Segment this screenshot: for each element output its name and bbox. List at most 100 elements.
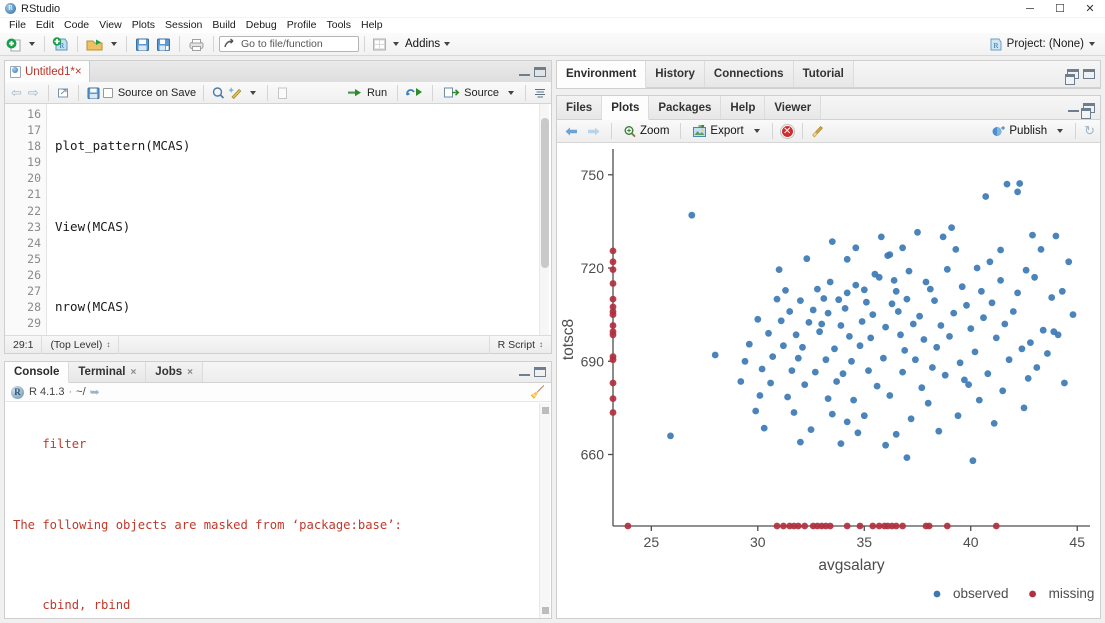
publish-caret-icon[interactable] bbox=[1057, 129, 1064, 133]
print-button[interactable] bbox=[185, 34, 208, 54]
save-all-button[interactable] bbox=[153, 34, 174, 54]
publish-button[interactable]: Publish bbox=[988, 125, 1050, 138]
tab-history[interactable]: History bbox=[646, 61, 705, 87]
source-on-save-checkbox[interactable] bbox=[102, 87, 113, 98]
tab-viewer[interactable]: Viewer bbox=[765, 96, 822, 119]
compile-report-button[interactable] bbox=[275, 86, 289, 100]
refresh-plot-icon[interactable]: ↻ bbox=[1084, 123, 1095, 139]
minimize-pane-icon[interactable] bbox=[1068, 104, 1079, 112]
console-scroll-down-icon[interactable] bbox=[542, 607, 549, 614]
menu-plots[interactable]: Plots bbox=[127, 18, 160, 33]
close-button[interactable]: ✕ bbox=[1075, 0, 1105, 18]
project-caret-icon[interactable] bbox=[1089, 42, 1095, 46]
code-tools-button[interactable] bbox=[228, 86, 244, 100]
menu-session[interactable]: Session bbox=[160, 18, 207, 33]
open-file-caret-icon[interactable] bbox=[111, 42, 117, 46]
popout-button[interactable] bbox=[56, 86, 71, 100]
data-point-observed bbox=[828, 238, 836, 245]
remove-plot-icon[interactable]: ✕ bbox=[780, 124, 794, 138]
source-tab-close-icon[interactable]: × bbox=[75, 66, 82, 78]
data-point-observed bbox=[875, 273, 883, 281]
menu-profile[interactable]: Profile bbox=[282, 18, 322, 33]
menu-help[interactable]: Help bbox=[356, 18, 388, 33]
panes-caret-icon[interactable] bbox=[393, 42, 399, 46]
minimize-pane-icon[interactable] bbox=[519, 68, 530, 76]
code-tools-caret-icon[interactable] bbox=[250, 90, 257, 95]
menu-edit[interactable]: Edit bbox=[31, 18, 59, 33]
data-point-observed bbox=[886, 392, 894, 399]
find-button[interactable] bbox=[211, 86, 226, 100]
minimize-pane-icon[interactable] bbox=[519, 368, 530, 376]
menu-file[interactable]: File bbox=[4, 18, 31, 33]
project-selector[interactable]: R Project: (None) bbox=[988, 37, 1105, 52]
source-caret-icon[interactable] bbox=[508, 90, 514, 95]
tab-plots[interactable]: Plots bbox=[602, 96, 650, 120]
nav-forward-icon[interactable]: ⇨ bbox=[26, 85, 41, 101]
clear-plots-icon[interactable] bbox=[811, 125, 826, 138]
tab-tutorial[interactable]: Tutorial bbox=[793, 61, 854, 87]
restore-pane-icon[interactable] bbox=[1081, 102, 1095, 119]
save-button[interactable] bbox=[132, 34, 153, 54]
open-wd-icon[interactable]: ➥ bbox=[90, 385, 100, 399]
workspace-panes-button[interactable] bbox=[370, 34, 389, 54]
source-button[interactable]: Source bbox=[440, 86, 502, 99]
tab-jobs-close-icon[interactable]: × bbox=[187, 367, 193, 378]
zoom-plot-button[interactable]: Zoom bbox=[620, 125, 672, 138]
clear-console-icon[interactable]: 🧹 bbox=[530, 385, 545, 399]
doctype-updown-icon: ↕ bbox=[539, 339, 543, 349]
maximize-pane-icon[interactable] bbox=[534, 66, 546, 77]
run-button[interactable]: Run bbox=[344, 87, 390, 99]
menu-build[interactable]: Build bbox=[207, 18, 240, 33]
menu-code[interactable]: Code bbox=[59, 18, 94, 33]
maximize-pane-icon[interactable] bbox=[1083, 69, 1095, 79]
menu-debug[interactable]: Debug bbox=[241, 18, 282, 33]
new-project-button[interactable]: R bbox=[50, 34, 72, 54]
addins-button[interactable]: Addins bbox=[405, 38, 440, 50]
previous-plot-button[interactable] bbox=[562, 125, 581, 138]
tab-terminal-close-icon[interactable]: × bbox=[130, 367, 136, 378]
new-file-caret-icon[interactable] bbox=[29, 42, 35, 46]
minimize-button[interactable]: ─ bbox=[1015, 0, 1045, 18]
export-caret-icon[interactable] bbox=[753, 129, 760, 133]
plot-output-area[interactable]: 660 690 720 750 25 30 35 40 45 avgsalary totsc8 o… bbox=[557, 143, 1100, 618]
tab-environment[interactable]: Environment bbox=[557, 61, 647, 88]
outline-button[interactable] bbox=[533, 87, 547, 99]
tab-packages[interactable]: Packages bbox=[649, 96, 722, 119]
tab-help-label: Help bbox=[730, 101, 756, 114]
export-plot-button[interactable]: Export bbox=[689, 124, 746, 138]
tab-connections[interactable]: Connections bbox=[704, 61, 794, 87]
data-point-observed bbox=[978, 287, 985, 295]
nav-back-icon[interactable]: ⇦ bbox=[9, 85, 24, 101]
tab-terminal[interactable]: Terminal × bbox=[69, 362, 147, 382]
editor-scrollbar-thumb[interactable] bbox=[541, 118, 549, 268]
tab-console[interactable]: Console bbox=[5, 362, 70, 383]
code-scope-selector[interactable]: (Top Level) ↕ bbox=[42, 335, 120, 354]
open-file-button[interactable] bbox=[83, 34, 107, 54]
console-scrollbar[interactable] bbox=[539, 403, 550, 618]
rerun-button[interactable] bbox=[405, 86, 425, 99]
goto-file-function-input[interactable]: Go to file/function bbox=[219, 36, 359, 52]
code-text-area[interactable]: plot_pattern(MCAS) View(MCAS) nrow(MCAS)… bbox=[47, 104, 551, 335]
console-output[interactable]: filter The following objects are masked … bbox=[5, 403, 551, 618]
tab-jobs[interactable]: Jobs × bbox=[146, 362, 203, 382]
tab-files[interactable]: Files bbox=[557, 96, 603, 119]
next-plot-button[interactable] bbox=[584, 125, 603, 138]
menu-view[interactable]: View bbox=[94, 18, 127, 33]
restore-pane-icon[interactable] bbox=[1065, 69, 1079, 85]
data-point-observed bbox=[1037, 246, 1045, 253]
data-point-missing bbox=[609, 280, 617, 287]
tab-help[interactable]: Help bbox=[721, 96, 766, 119]
maximize-button[interactable]: ☐ bbox=[1045, 0, 1075, 18]
document-type-selector[interactable]: R Script ↕ bbox=[488, 335, 551, 354]
editor-scrollbar[interactable] bbox=[539, 104, 549, 335]
maximize-pane-icon[interactable] bbox=[534, 367, 546, 377]
menu-tools[interactable]: Tools bbox=[321, 18, 356, 33]
new-file-button[interactable] bbox=[4, 34, 25, 54]
code-editor[interactable]: 16 17 18 19 20 21 22 23 24 25 26 27 28 2… bbox=[5, 104, 551, 335]
source-save-button[interactable] bbox=[86, 86, 101, 100]
working-directory-label[interactable]: ~/ bbox=[76, 386, 85, 398]
addins-caret-icon[interactable] bbox=[444, 42, 451, 46]
console-scroll-up-icon[interactable] bbox=[542, 407, 549, 414]
print-icon bbox=[189, 38, 204, 51]
source-tab-untitled1[interactable]: Untitled1* × bbox=[5, 61, 90, 82]
